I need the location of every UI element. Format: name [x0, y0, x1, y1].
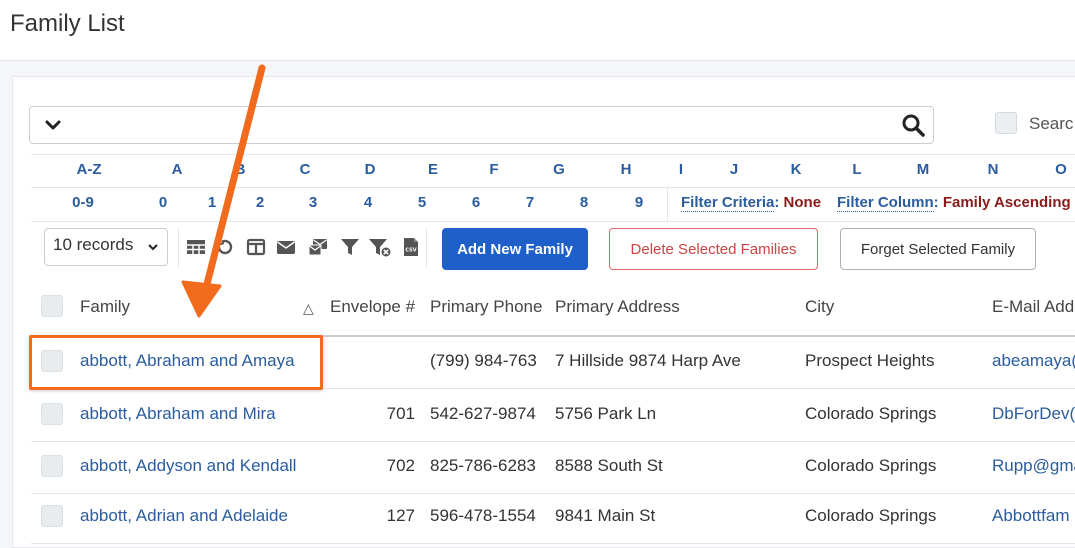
annotation-arrow: [181, 64, 266, 318]
